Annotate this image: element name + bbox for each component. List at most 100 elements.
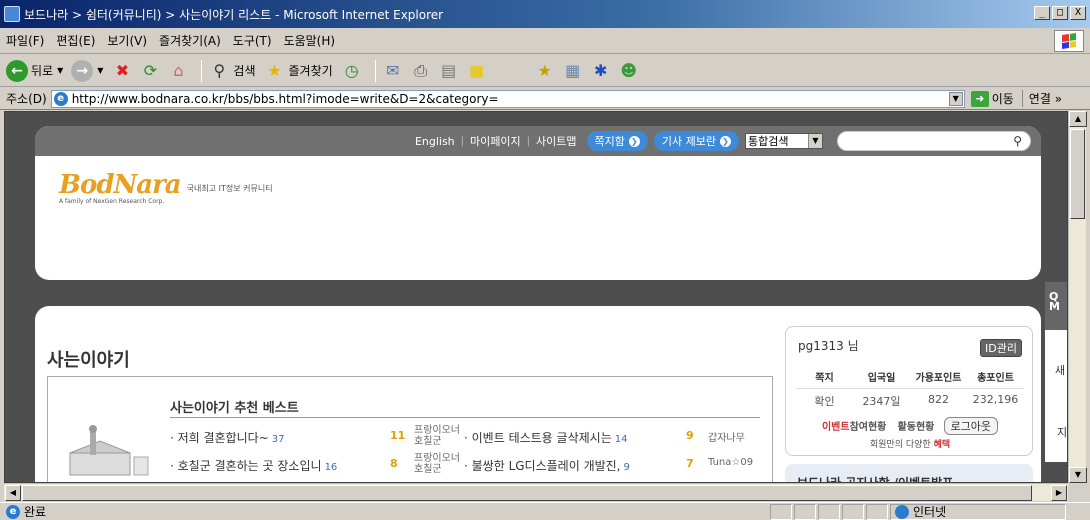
side-quick-menu: Q M 새 지 <box>1045 282 1067 462</box>
back-button[interactable]: ← 뒤로 ▼ <box>6 59 63 82</box>
sitemap-link[interactable]: 사이트맵 <box>536 133 576 149</box>
edit-icon[interactable]: ▤ <box>438 60 460 82</box>
back-dropdown-icon[interactable]: ▼ <box>57 66 63 75</box>
stat-header: 입국일 <box>867 373 896 384</box>
post-link[interactable]: · 이벤트 테스트용 글삭제시는 14 <box>464 429 627 446</box>
mail-icon[interactable]: ✉ <box>382 60 404 82</box>
site-top-bar: English | 마이페이지 | 사이트맵 쪽지함 ❯ 기사 제보란 ❯ 통합검색… <box>35 126 1041 156</box>
list-item: · 호칠군 결혼하는 곳 장소입니 16 8 프랑이오너 호칠군 · 불쌍한 LG… <box>170 453 760 475</box>
vertical-scrollbar[interactable]: ▲ ▼ <box>1068 111 1087 483</box>
favorites-button[interactable]: ★ 즐겨찾기 <box>264 60 333 82</box>
menu-file[interactable]: 파일(F) <box>6 32 44 49</box>
post-link[interactable]: · 저희 결혼합니다~ 37 <box>170 429 285 446</box>
scroll-thumb[interactable] <box>22 485 1032 501</box>
address-input[interactable]: e http://www.bodnara.co.kr/bbs/bbs.html?… <box>50 89 965 108</box>
menu-help[interactable]: 도움말(H) <box>284 32 336 49</box>
activity-link[interactable]: 활동현황 <box>898 422 935 433</box>
user-stats-table: 쪽지 입국일 가용포인트 총포인트 확인 2347일 822 232,196 <box>796 365 1024 413</box>
post-author[interactable]: Tuna☆09 <box>708 457 753 468</box>
horizontal-scrollbar[interactable]: ◀ ▶ <box>4 483 1068 501</box>
quick-menu-tab[interactable]: Q M <box>1045 282 1067 330</box>
forward-arrow-icon: → <box>71 59 94 82</box>
notice-title[interactable]: 보드나라 공지사항 /이벤트발표 <box>785 464 1033 482</box>
minimize-button[interactable]: _ <box>1034 6 1050 20</box>
scroll-down-icon[interactable]: ▼ <box>1069 467 1087 483</box>
report-button[interactable]: 기사 제보란 ❯ <box>653 131 739 151</box>
go-button[interactable]: ➜ 이동 <box>970 90 1014 107</box>
toolbar: ← 뒤로 ▼ → ▼ ✖ ⟳ ⌂ ⚲ 검색 ★ 즐겨찾기 ◷ ✉ ⎙ ▤ ■ ★… <box>0 55 1090 87</box>
page-viewport: English | 마이페이지 | 사이트맵 쪽지함 ❯ 기사 제보란 ❯ 통합검색… <box>4 111 1068 483</box>
stat-header: 쪽지 <box>815 373 834 384</box>
post-author[interactable]: 프랑이오너 호칠군 <box>414 453 464 475</box>
post-author[interactable]: 갑자나무 <box>708 429 745 444</box>
english-link[interactable]: English <box>415 135 455 148</box>
site-logo[interactable]: BodNara 국내최고 IT정보 커뮤니티 <box>59 170 273 200</box>
id-manage-button[interactable]: ID관리 <box>980 339 1022 357</box>
status-pane <box>770 503 792 520</box>
memo-button[interactable]: 쪽지함 ❯ <box>586 131 648 151</box>
stat-header: 가용포인트 <box>915 373 962 384</box>
folder-icon[interactable]: ★ <box>534 60 556 82</box>
post-title: · 이벤트 테스트용 글삭제시는 <box>464 431 612 445</box>
search-scope-select[interactable]: 통합검색 ▼ <box>745 133 823 149</box>
logout-button[interactable]: 로그아웃 <box>943 417 999 435</box>
logo-tagline: 국내최고 IT정보 커뮤니티 <box>186 184 273 193</box>
search-magnifier-icon: ⚲ <box>213 61 226 80</box>
address-bar: 주소(D) e http://www.bodnara.co.kr/bbs/bbs… <box>0 88 1090 110</box>
bluetooth-icon[interactable]: ✱ <box>590 60 612 82</box>
window-title-bar: 보드나라 > 쉼터(커뮤니티) > 사는이야기 리스트 - Microsoft … <box>0 0 1090 28</box>
stop-icon[interactable]: ✖ <box>111 60 133 82</box>
messenger-icon[interactable]: ☻ <box>618 60 640 82</box>
quick-menu-item[interactable]: 지 <box>1057 424 1067 440</box>
address-dropdown-icon[interactable]: ▼ <box>948 91 963 106</box>
user-info-panel: pg1313 님 ID관리 쪽지 입국일 가용포인트 총포인트 확인 2347일… <box>785 326 1033 456</box>
comment-count: 16 <box>324 462 338 473</box>
stat-header: 총포인트 <box>977 373 1014 384</box>
benefit-highlight[interactable]: 혜택 <box>934 440 951 450</box>
maximize-button[interactable]: □ <box>1052 6 1068 20</box>
home-icon[interactable]: ⌂ <box>167 60 189 82</box>
scroll-up-icon[interactable]: ▲ <box>1069 111 1087 127</box>
search-button[interactable]: ⚲ 검색 <box>208 60 256 82</box>
community-illustration-icon <box>69 425 149 476</box>
back-arrow-icon: ← <box>6 59 28 82</box>
scroll-right-icon[interactable]: ▶ <box>1051 485 1067 501</box>
menu-view[interactable]: 보기(V) <box>107 32 147 49</box>
scroll-left-icon[interactable]: ◀ <box>5 485 21 501</box>
event-status-link[interactable]: 이벤트참여현황 <box>822 422 886 433</box>
mypage-link[interactable]: 마이페이지 <box>470 133 521 149</box>
menu-tools[interactable]: 도구(T) <box>233 32 272 49</box>
forward-dropdown-icon[interactable]: ▼ <box>97 66 103 75</box>
recommend-count: 9 <box>686 429 694 442</box>
windows-logo-icon <box>1054 30 1084 52</box>
star-icon: ★ <box>267 61 282 80</box>
zone-label: 인터넷 <box>913 505 947 519</box>
chevron-down-icon: ▼ <box>808 134 822 148</box>
site-search-input[interactable]: ⚲ <box>837 131 1031 151</box>
post-author[interactable]: 프랑이오너 호칠군 <box>414 425 464 447</box>
menu-edit[interactable]: 편집(E) <box>56 32 95 49</box>
site-header: English | 마이페이지 | 사이트맵 쪽지함 ❯ 기사 제보란 ❯ 통합검색… <box>35 126 1041 280</box>
favorites-label: 즐겨찾기 <box>288 64 333 78</box>
note-icon[interactable]: ■ <box>466 60 488 82</box>
post-link[interactable]: · 불쌍한 LG디스플레이 개발진, 9 <box>464 457 630 474</box>
benefit-label: 회원만의 다양한 <box>869 440 931 450</box>
post-link[interactable]: · 호칠군 결혼하는 곳 장소입니 16 <box>170 457 337 474</box>
security-zone[interactable]: 인터넷 <box>890 503 1066 520</box>
scroll-thumb[interactable] <box>1070 129 1085 219</box>
quick-menu-item[interactable]: 새 <box>1055 362 1065 378</box>
close-button[interactable]: X <box>1070 6 1086 20</box>
menu-favorites[interactable]: 즐겨찾기(A) <box>159 32 221 49</box>
status-pane <box>866 503 888 520</box>
print-icon[interactable]: ⎙ <box>410 60 432 82</box>
research-icon[interactable]: ▦ <box>562 60 584 82</box>
search-scope-value: 통합검색 <box>748 135 789 148</box>
history-icon[interactable]: ◷ <box>341 60 363 82</box>
status-bar: e 완료 인터넷 <box>0 502 1090 520</box>
links-button[interactable]: 연결 » <box>1021 90 1062 107</box>
refresh-icon[interactable]: ⟳ <box>139 60 161 82</box>
search-icon[interactable]: ⚲ <box>1013 134 1022 148</box>
memo-check-link[interactable]: 확인 <box>796 388 853 413</box>
forward-button[interactable]: → ▼ <box>71 59 103 82</box>
recommend-count: 7 <box>686 457 694 470</box>
